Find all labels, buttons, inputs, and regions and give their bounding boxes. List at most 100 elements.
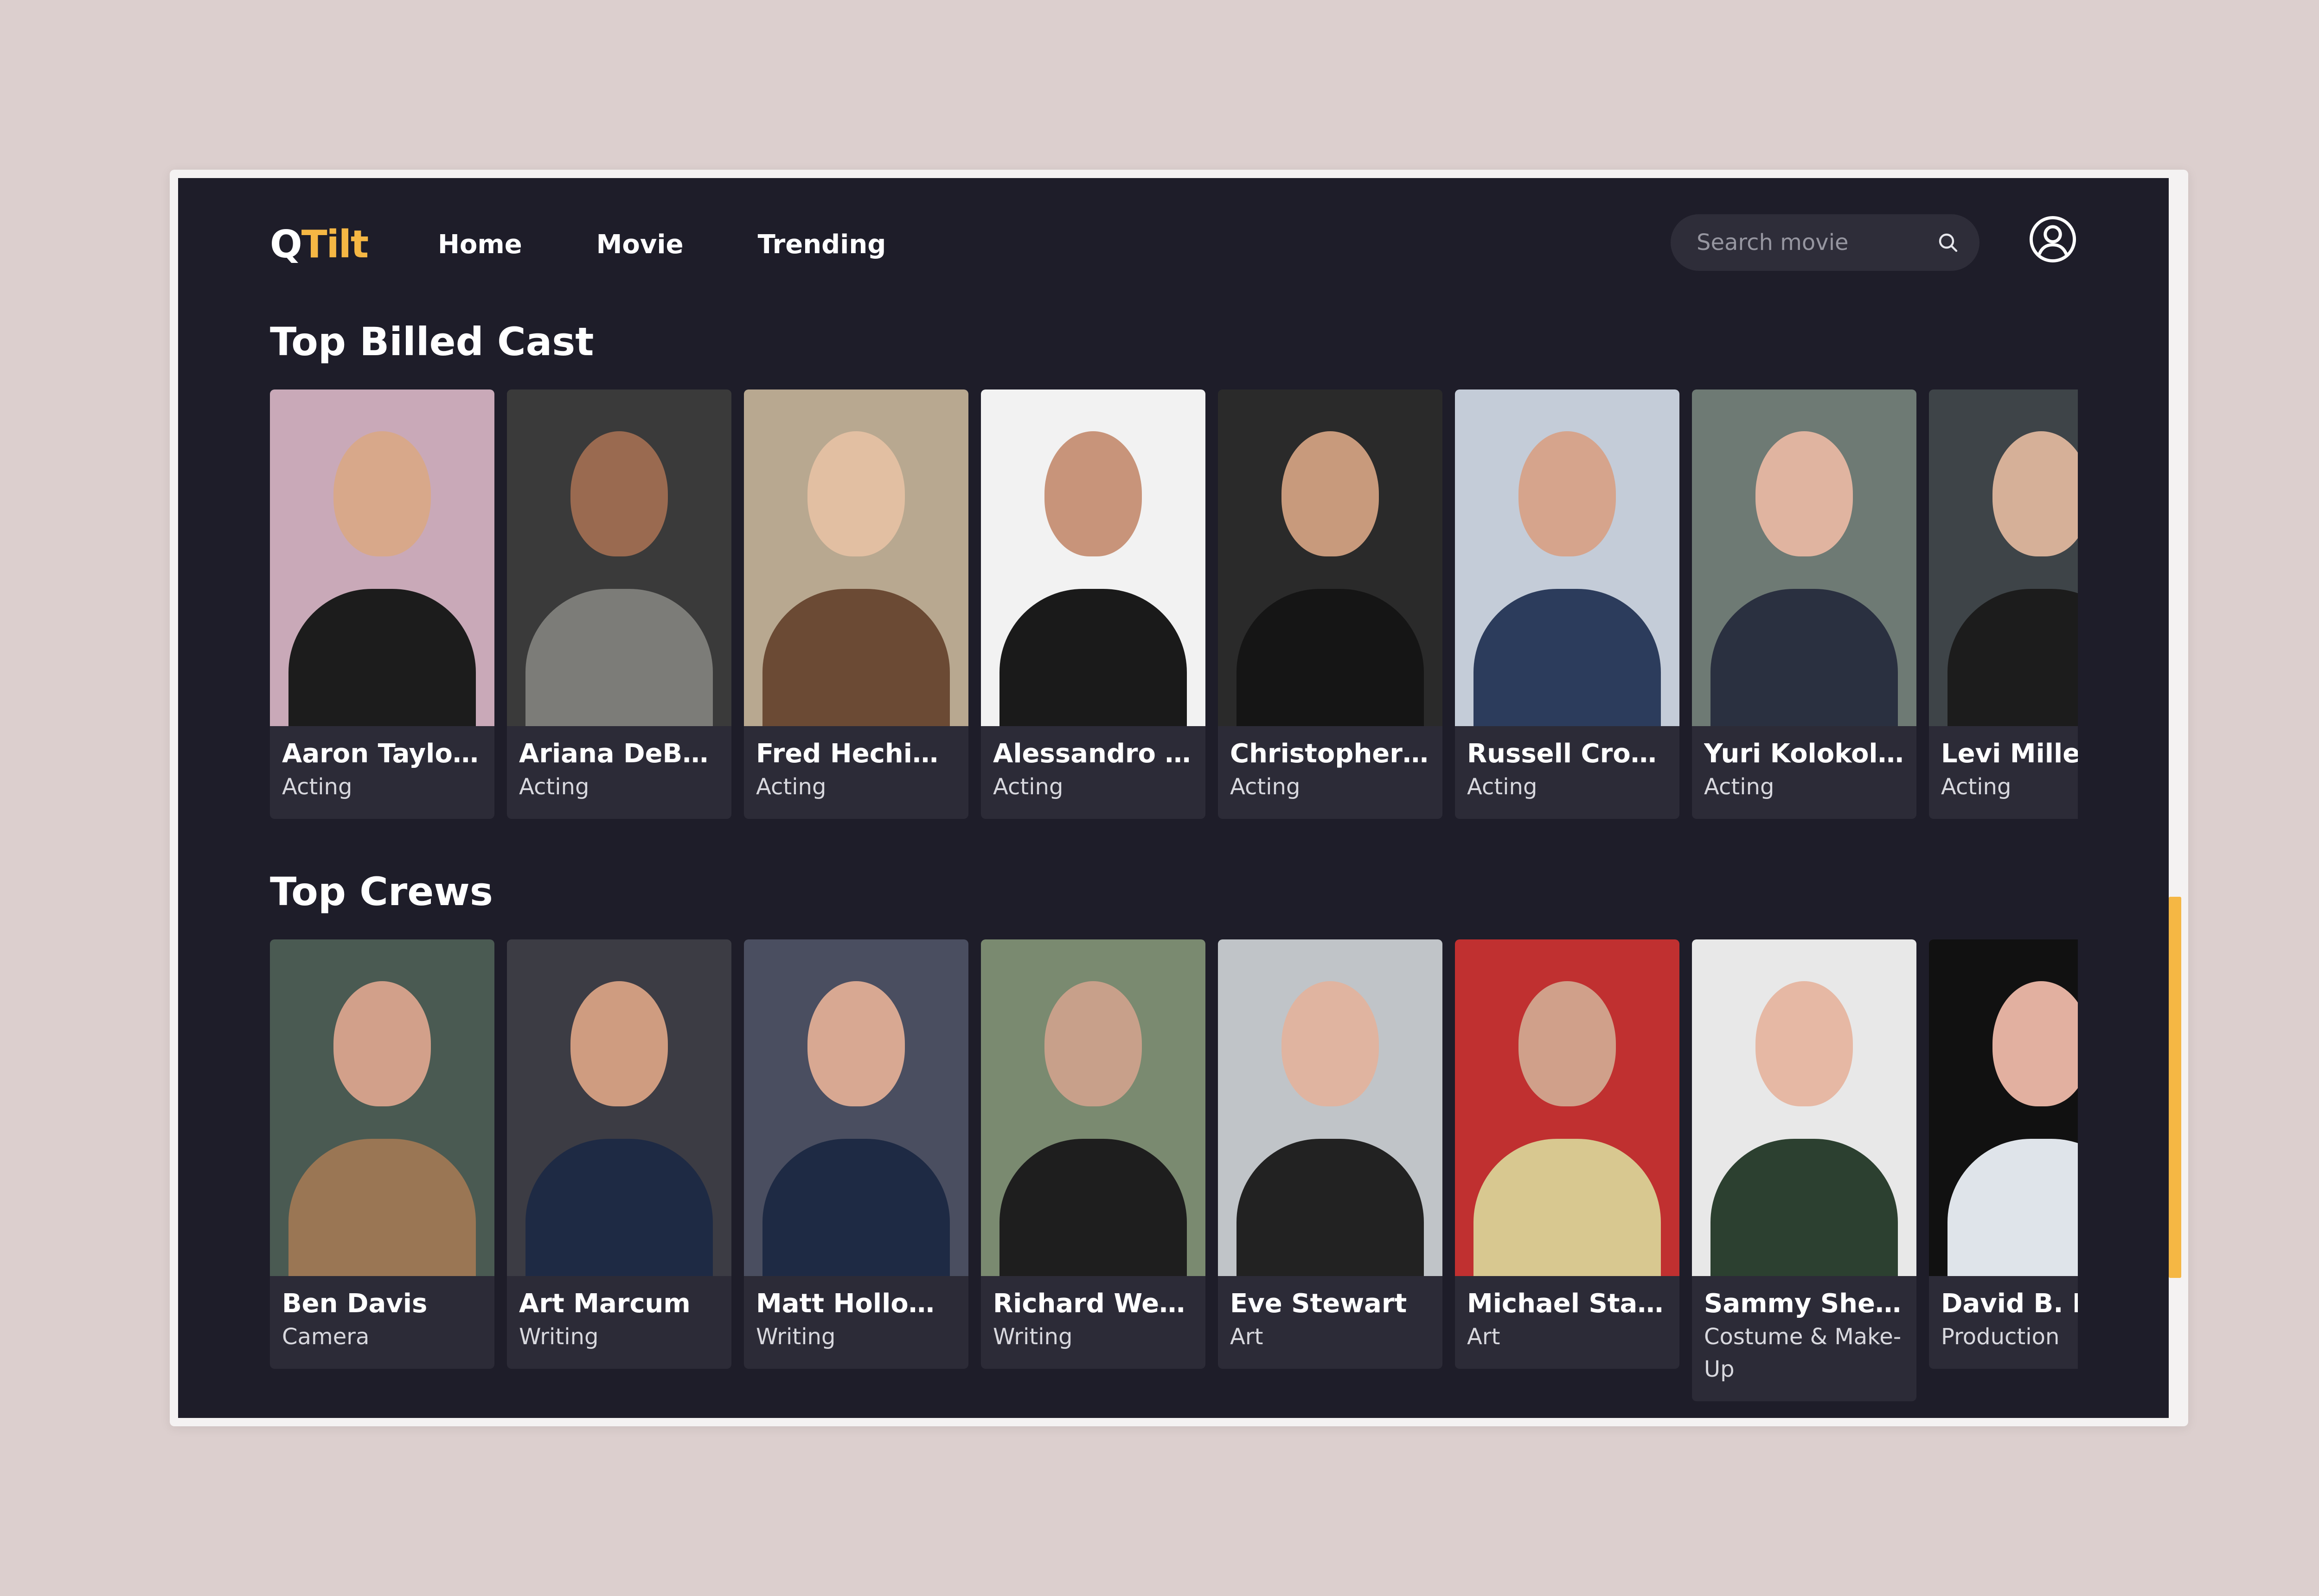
portrait-head: [1518, 431, 1616, 556]
portrait-body: [762, 589, 950, 726]
crew-info: Michael Stand... Art: [1455, 1276, 1679, 1369]
portrait-body: [288, 589, 476, 726]
cast-name: Christopher A...: [1230, 739, 1430, 769]
scrollbar-thumb[interactable]: [2169, 897, 2181, 1278]
crew-name: Richard Wenk: [993, 1289, 1193, 1319]
cast-role: Acting: [993, 774, 1063, 800]
crew-photo: [507, 939, 731, 1276]
crew-card[interactable]: David B. Ho Production: [1929, 939, 2078, 1369]
crew-info: Sammy Sheld... Costume & Make-Up: [1692, 1276, 1916, 1401]
crew-role: Writing: [756, 1324, 836, 1350]
crew-photo: [1692, 939, 1916, 1276]
main-nav: Home Movie Trending: [438, 219, 886, 270]
cast-name: Yuri Kolokolnik...: [1704, 739, 1904, 769]
cast-photo: [270, 389, 494, 726]
crew-info: Ben Davis Camera: [270, 1276, 494, 1369]
crew-role: Art: [1230, 1324, 1263, 1350]
nav-movie[interactable]: Movie: [596, 230, 684, 260]
cast-info: Ariana DeBose Acting: [507, 726, 731, 819]
portrait-body: [1947, 1139, 2078, 1276]
cast-role: Acting: [1941, 774, 2012, 800]
portrait-head: [1992, 431, 2078, 556]
portrait-head: [1281, 981, 1379, 1106]
portrait-head: [807, 431, 905, 556]
cast-photo: [744, 389, 968, 726]
crew-card[interactable]: Matt Holloway Writing: [744, 939, 968, 1369]
portrait-head: [333, 431, 431, 556]
crew-photo: [1929, 939, 2078, 1276]
portrait-head: [333, 981, 431, 1106]
cast-card[interactable]: Alessandro Ni... Acting: [981, 389, 1205, 819]
crew-section-title: Top Crews: [270, 869, 493, 914]
search-bar: [1671, 214, 1979, 271]
crew-photo: [1218, 939, 1442, 1276]
crew-card[interactable]: Art Marcum Writing: [507, 939, 731, 1369]
crew-card[interactable]: Sammy Sheld... Costume & Make-Up: [1692, 939, 1916, 1401]
cast-name: Russell Crowe: [1467, 739, 1667, 769]
cast-photo: [1929, 389, 2078, 726]
cast-role: Acting: [1467, 774, 1537, 800]
cast-card[interactable]: Aaron Taylor-... Acting: [270, 389, 494, 819]
nav-home[interactable]: Home: [438, 230, 522, 260]
crew-card[interactable]: Eve Stewart Art: [1218, 939, 1442, 1369]
crew-card[interactable]: Ben Davis Camera: [270, 939, 494, 1369]
crew-card[interactable]: Michael Stand... Art: [1455, 939, 1679, 1369]
portrait-head: [1044, 981, 1142, 1106]
crew-photo: [270, 939, 494, 1276]
portrait-body: [999, 589, 1187, 726]
cast-role: Acting: [1230, 774, 1300, 800]
portrait-head: [807, 981, 905, 1106]
portrait-body: [1710, 589, 1898, 726]
crew-name: Matt Holloway: [756, 1289, 956, 1319]
portrait-body: [525, 589, 713, 726]
portrait-head: [1992, 981, 2078, 1106]
cast-info: Levi Miller Acting: [1929, 726, 2078, 819]
cast-card[interactable]: Russell Crowe Acting: [1455, 389, 1679, 819]
search-input[interactable]: [1696, 229, 1929, 256]
portrait-head: [570, 981, 668, 1106]
cast-card[interactable]: Christopher A... Acting: [1218, 389, 1442, 819]
cast-card[interactable]: Levi Miller Acting: [1929, 389, 2078, 819]
app-window: QTilt Home Movie Trending Top Billed Cas…: [178, 178, 2169, 1418]
nav-trending[interactable]: Trending: [758, 230, 886, 260]
cast-section-title: Top Billed Cast: [270, 319, 594, 364]
crew-row: Ben Davis Camera Art Marcum Writing Matt Hol…: [270, 939, 2078, 1403]
crew-photo: [1455, 939, 1679, 1276]
crew-name: Sammy Sheld...: [1704, 1289, 1904, 1319]
cast-row: Aaron Taylor-... Acting Ariana DeBose Actin…: [270, 389, 2078, 853]
crew-role: Production: [1941, 1324, 2060, 1350]
cast-info: Christopher A... Acting: [1218, 726, 1442, 819]
portrait-body: [1947, 589, 2078, 726]
portrait-body: [1473, 1139, 1661, 1276]
crew-role: Camera: [282, 1324, 370, 1350]
portrait-head: [570, 431, 668, 556]
cast-card[interactable]: Ariana DeBose Acting: [507, 389, 731, 819]
user-account-icon[interactable]: [2029, 215, 2077, 263]
cast-photo: [1455, 389, 1679, 726]
logo[interactable]: Q Tilt: [270, 219, 369, 270]
portrait-head: [1044, 431, 1142, 556]
crew-photo: [744, 939, 968, 1276]
cast-role: Acting: [756, 774, 826, 800]
cast-name: Levi Miller: [1941, 739, 2078, 769]
cast-role: Acting: [282, 774, 352, 800]
portrait-body: [762, 1139, 950, 1276]
cast-card[interactable]: Yuri Kolokolnik... Acting: [1692, 389, 1916, 819]
cast-role: Acting: [519, 774, 589, 800]
cast-name: Ariana DeBose: [519, 739, 719, 769]
crew-info: Art Marcum Writing: [507, 1276, 731, 1369]
crew-card[interactable]: Richard Wenk Writing: [981, 939, 1205, 1369]
crew-name: Art Marcum: [519, 1289, 691, 1319]
cast-photo: [1692, 389, 1916, 726]
crew-info: Matt Holloway Writing: [744, 1276, 968, 1369]
cast-card[interactable]: Fred Hechinger Acting: [744, 389, 968, 819]
crew-photo: [981, 939, 1205, 1276]
crew-role: Writing: [993, 1324, 1073, 1350]
portrait-body: [1473, 589, 1661, 726]
crew-name: Ben Davis: [282, 1289, 428, 1319]
portrait-body: [1710, 1139, 1898, 1276]
scrollbar[interactable]: [2169, 178, 2181, 1418]
search-icon[interactable]: [1937, 231, 1959, 254]
cast-photo: [507, 389, 731, 726]
crew-role: Costume & Make-Up: [1704, 1324, 1902, 1382]
